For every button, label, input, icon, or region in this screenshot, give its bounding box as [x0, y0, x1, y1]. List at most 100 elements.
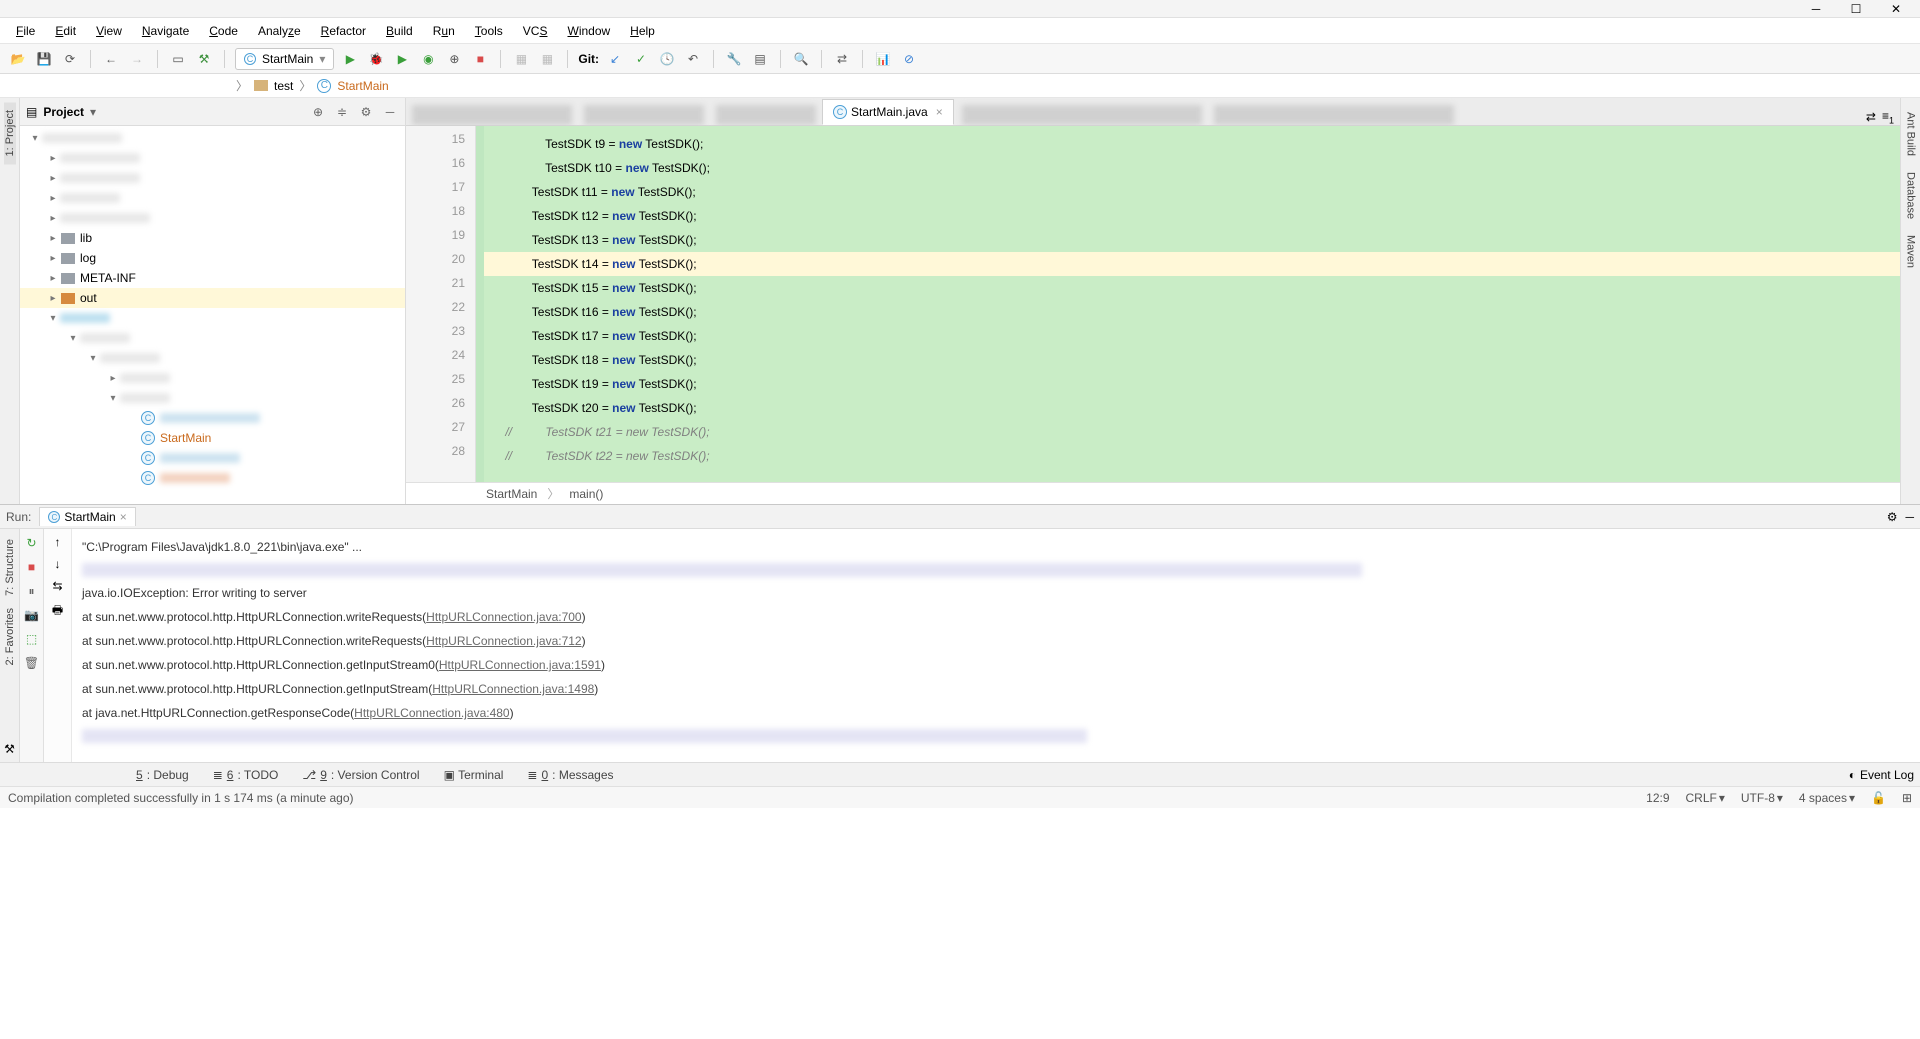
hide-icon[interactable]: ─ — [381, 103, 399, 121]
menu-help[interactable]: Help — [620, 20, 665, 42]
down-icon[interactable]: ↓ — [55, 557, 61, 571]
print-icon[interactable]: 🖶 — [52, 601, 63, 622]
tab-terminal[interactable]: ▣ Terminal — [440, 768, 508, 782]
menu-analyze[interactable]: Analyze — [248, 20, 311, 42]
coverage-icon[interactable]: ▶ — [392, 49, 412, 69]
status-indent[interactable]: 4 spaces ▾ — [1799, 791, 1855, 805]
menu-code[interactable]: Code — [199, 20, 248, 42]
menu-view[interactable]: View — [86, 20, 132, 42]
attach-icon[interactable]: ⊕ — [444, 49, 464, 69]
menu-navigate[interactable]: Navigate — [132, 20, 199, 42]
git-history-icon[interactable]: 🕓 — [657, 49, 677, 69]
status-caret-pos[interactable]: 12:9 — [1646, 791, 1669, 805]
trash-icon[interactable]: 🗑 — [24, 655, 40, 671]
hammer-icon[interactable]: ⚒ — [194, 49, 214, 69]
git-commit-icon[interactable]: ✓ — [631, 49, 651, 69]
back-icon[interactable]: ← — [101, 49, 121, 69]
settings-icon[interactable]: 🔧 — [724, 49, 744, 69]
menu-build[interactable]: Build — [376, 20, 423, 42]
build-tool-icon[interactable]: ⚒ — [4, 742, 15, 756]
tab-todo[interactable]: ≣ 6: TODO — [209, 768, 283, 782]
minimize-icon[interactable]: ─ — [1810, 3, 1822, 15]
stacktrace-link[interactable]: HttpURLConnection.java:1591 — [439, 658, 601, 672]
close-tab-icon[interactable]: × — [936, 105, 943, 119]
tool-tab-favorites[interactable]: 2: Favorites — [4, 602, 16, 671]
chart-icon[interactable]: 📊 — [873, 49, 893, 69]
project-tree[interactable]: ▾ ▸ ▸ ▸ ▸ ▸lib ▸log ▸META-INF ▸out ▾ ▾ ▾… — [20, 126, 405, 504]
editor-tab-hidden[interactable] — [716, 105, 816, 125]
console-output[interactable]: "C:\Program Files\Java\jdk1.8.0_221\bin\… — [72, 529, 1920, 762]
menu-tools[interactable]: Tools — [465, 20, 513, 42]
layout-icon[interactable]: ▦ — [511, 49, 531, 69]
pause-icon[interactable]: ⏸ — [24, 583, 40, 599]
status-line-ending[interactable]: CRLF ▾ — [1686, 791, 1725, 805]
tool-tab-structure[interactable]: 7: Structure — [4, 533, 16, 602]
rerun-icon[interactable]: ↻ — [24, 535, 40, 551]
tool-tab-project[interactable]: 1: Project — [4, 102, 16, 164]
git-update-icon[interactable]: ↙ — [605, 49, 625, 69]
breadcrumb-class[interactable]: StartMain — [337, 79, 388, 93]
close-tab-icon[interactable]: × — [120, 510, 127, 524]
tree-item-out[interactable]: ▸out — [20, 288, 405, 308]
profile-icon[interactable]: ◉ — [418, 49, 438, 69]
breadcrumb-folder[interactable]: test — [274, 79, 293, 93]
hide-icon[interactable]: ─ — [1905, 510, 1914, 524]
menu-file[interactable]: FFileile — [6, 20, 45, 42]
lock-icon[interactable]: 🔓 — [1871, 791, 1886, 805]
stacktrace-link[interactable]: HttpURLConnection.java:712 — [426, 634, 581, 648]
structure-icon[interactable]: ▤ — [750, 49, 770, 69]
editor-tab-hidden[interactable] — [1214, 105, 1454, 125]
wrap-icon[interactable]: ⇆ — [52, 579, 62, 593]
status-encoding[interactable]: UTF-8 ▾ — [1741, 791, 1783, 805]
save-icon[interactable]: 💾 — [34, 49, 54, 69]
gear-icon[interactable]: ⚙ — [1887, 510, 1898, 524]
editor-tab-startmain[interactable]: C StartMain.java × — [822, 99, 954, 125]
menu-run[interactable]: Run — [423, 20, 465, 42]
code-editor[interactable]: TestSDK t9 = new TestSDK(); TestSDK t10 … — [484, 126, 1900, 482]
maximize-icon[interactable]: ☐ — [1850, 3, 1862, 15]
run-config-selector[interactable]: C StartMain ▾ — [235, 48, 334, 70]
inspector-icon[interactable]: ⊞ — [1902, 791, 1912, 805]
gear-icon[interactable]: ⚙ — [357, 103, 375, 121]
up-icon[interactable]: ↑ — [55, 535, 61, 549]
run-icon[interactable]: ▶ — [340, 49, 360, 69]
menu-window[interactable]: Window — [557, 20, 620, 42]
crumb-class[interactable]: StartMain — [486, 487, 537, 501]
tab-messages[interactable]: ≣ 0: Messages — [523, 768, 617, 782]
tree-item-log[interactable]: ▸log — [20, 248, 405, 268]
tab-list-icon[interactable]: ≡1 — [1882, 109, 1894, 125]
tab-options-icon[interactable]: ⇄ — [1866, 110, 1876, 124]
open-icon[interactable]: 📂 — [8, 49, 28, 69]
tool-tab-ant[interactable]: Ant Build — [1905, 104, 1917, 164]
collapse-icon[interactable]: ≑ — [333, 103, 351, 121]
close-icon[interactable]: ✕ — [1890, 3, 1902, 15]
stop-icon[interactable]: ■ — [470, 49, 490, 69]
stacktrace-link[interactable]: HttpURLConnection.java:1498 — [432, 682, 594, 696]
menu-edit[interactable]: Edit — [45, 20, 86, 42]
dump-icon[interactable]: 📷 — [24, 607, 40, 623]
editor-tab-hidden[interactable] — [584, 105, 704, 125]
editor-tab-hidden[interactable] — [412, 105, 572, 125]
tree-item-metainf[interactable]: ▸META-INF — [20, 268, 405, 288]
build-action-icon[interactable]: ▭ — [168, 49, 188, 69]
search-icon[interactable]: 🔍 — [791, 49, 811, 69]
menu-vcs[interactable]: VCS — [513, 20, 558, 42]
no-entry-icon[interactable]: ⊘ — [899, 49, 919, 69]
layout2-icon[interactable]: ▦ — [537, 49, 557, 69]
git-revert-icon[interactable]: ↶ — [683, 49, 703, 69]
tree-item-startmain[interactable]: CStartMain — [20, 428, 405, 448]
tool-tab-database[interactable]: Database — [1905, 164, 1917, 227]
tool-tab-maven[interactable]: Maven — [1905, 227, 1917, 276]
target-icon[interactable]: ⊕ — [309, 103, 327, 121]
run-tab-startmain[interactable]: C StartMain × — [39, 507, 135, 526]
tab-debug[interactable]: 55: Debug: Debug — [132, 768, 193, 782]
stacktrace-link[interactable]: HttpURLConnection.java:480 — [354, 706, 509, 720]
menu-refactor[interactable]: Refactor — [311, 20, 376, 42]
event-log[interactable]: ◐ Event Log — [1849, 768, 1914, 782]
forward-icon[interactable]: → — [127, 49, 147, 69]
sync-icon[interactable]: ⟳ — [60, 49, 80, 69]
crumb-method[interactable]: main() — [569, 487, 603, 501]
editor-tab-hidden[interactable] — [962, 105, 1202, 125]
exit-icon[interactable]: ⬚ — [24, 631, 40, 647]
chevron-down-icon[interactable]: ▾ — [90, 105, 96, 119]
